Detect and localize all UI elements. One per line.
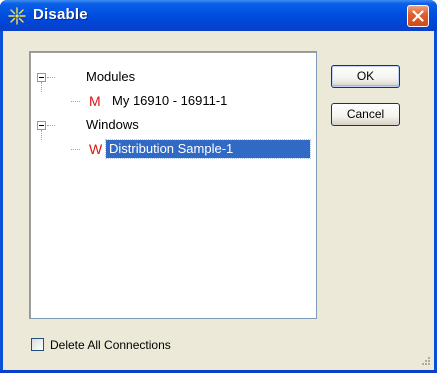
module-type-icon: M (89, 93, 101, 109)
tree-connector (47, 125, 55, 127)
tree-connector (71, 149, 80, 151)
delete-all-connections-label[interactable]: Delete All Connections (50, 337, 171, 353)
tree-node-label-selected: Distribution Sample-1 (105, 139, 311, 159)
window-type-icon: W (89, 141, 103, 157)
close-button[interactable] (407, 5, 429, 27)
tree-node-module-item[interactable]: M My 16910 - 16911-1 (30, 92, 310, 110)
resize-grip-icon[interactable] (419, 355, 431, 367)
agilent-spark-icon (7, 6, 27, 26)
dialog-title: Disable (33, 6, 88, 23)
delete-all-connections-checkbox[interactable] (31, 338, 44, 351)
collapse-icon[interactable] (37, 121, 46, 130)
tree-view[interactable]: Modules M My 16910 - 16911-1 Windows W D… (28, 50, 318, 320)
close-icon (412, 10, 424, 22)
tree-node-label: Windows (86, 117, 139, 132)
tree-connector (71, 101, 80, 103)
tree-node-windows[interactable]: Windows (30, 116, 310, 134)
collapse-icon[interactable] (37, 73, 46, 82)
tree-node-modules[interactable]: Modules (30, 68, 310, 86)
tree-connector (47, 77, 55, 79)
tree-node-window-item[interactable]: W Distribution Sample-1 (30, 139, 312, 159)
tree-node-label: Modules (86, 69, 136, 84)
ok-button[interactable]: OK (331, 65, 400, 88)
dialog-window: Disable Modules M My 16910 - 16911-1 Win… (0, 0, 437, 373)
cancel-button[interactable]: Cancel (331, 103, 400, 126)
tree-node-label: My 16910 - 16911-1 (112, 93, 228, 108)
title-bar[interactable]: Disable (0, 0, 437, 31)
